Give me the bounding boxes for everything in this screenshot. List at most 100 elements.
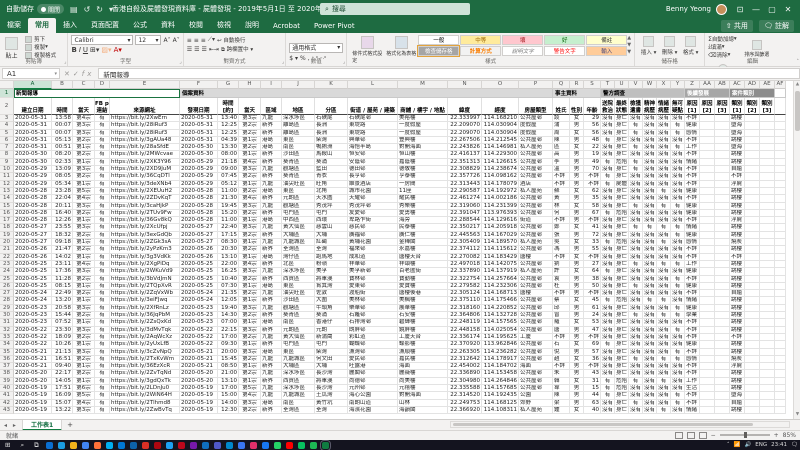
- cell[interactable]: 58: [584, 203, 601, 210]
- cell[interactable]: 屯門: [315, 210, 348, 217]
- cell[interactable]: 2020-05-19: [14, 407, 52, 414]
- cell[interactable]: [700, 312, 715, 319]
- cell[interactable]: 南區: [282, 400, 315, 407]
- cell[interactable]: 荃灣區: [282, 407, 315, 414]
- cell[interactable]: 沒有: [629, 327, 643, 334]
- cell[interactable]: 跳樓: [730, 276, 745, 283]
- field-header[interactable]: 精神病歷: [643, 98, 657, 115]
- cell[interactable]: 114.030904: [482, 130, 519, 137]
- cell[interactable]: 沒有: [671, 290, 685, 297]
- cell-style-input[interactable]: 輸入: [586, 46, 627, 56]
- cell[interactable]: 22.357726: [448, 173, 482, 180]
- cell[interactable]: 沒有: [657, 115, 671, 122]
- cell[interactable]: 有: [671, 261, 685, 268]
- cell[interactable]: 危殆: [615, 239, 629, 246]
- row-header-27[interactable]: 27: [0, 290, 14, 297]
- cell[interactable]: 114.264846: [482, 378, 519, 385]
- cell[interactable]: 公共屋邨: [519, 246, 553, 253]
- cell[interactable]: https://bit.ly/28iRuf3: [110, 130, 180, 137]
- cell[interactable]: [700, 356, 715, 363]
- cell[interactable]: 沒有: [657, 130, 671, 137]
- cell[interactable]: 身亡: [615, 151, 629, 158]
- cell[interactable]: https://bit.ly/28aSfdE: [110, 144, 180, 151]
- cell[interactable]: 新界: [261, 122, 282, 129]
- row-header-32[interactable]: 32: [0, 327, 14, 334]
- row-header-24[interactable]: 24: [0, 268, 14, 275]
- cell[interactable]: 私人屋苑: [519, 144, 553, 151]
- cell[interactable]: 公共屋邨: [519, 312, 553, 319]
- cell[interactable]: 沒有: [601, 356, 615, 363]
- cell[interactable]: 不詳: [685, 290, 700, 297]
- cell[interactable]: 北區: [282, 261, 315, 268]
- cell[interactable]: 第1宗: [239, 319, 261, 326]
- group-header-cell[interactable]: 新聞報導: [14, 89, 180, 98]
- cell[interactable]: 公共屋邨: [519, 159, 553, 166]
- cell[interactable]: 跳樓: [730, 319, 745, 326]
- cell[interactable]: 男: [570, 173, 584, 180]
- cell[interactable]: 2020-05-23: [180, 305, 218, 312]
- cell[interactable]: 2020-05-25: [180, 268, 218, 275]
- cell[interactable]: 22.270082: [448, 254, 482, 261]
- cell[interactable]: 鴨脷洲: [315, 144, 348, 151]
- cell[interactable]: 第2宗: [73, 232, 95, 239]
- cell[interactable]: 男: [570, 363, 584, 370]
- cell[interactable]: 南區: [282, 144, 315, 151]
- cell[interactable]: 有: [629, 203, 643, 210]
- cell[interactable]: 第3宗: [73, 224, 95, 231]
- cell[interactable]: 22.314520: [448, 392, 482, 399]
- network-icon[interactable]: 📶: [734, 442, 741, 448]
- cell[interactable]: [700, 290, 715, 297]
- cell[interactable]: 第2宗: [239, 334, 261, 341]
- cell[interactable]: 2020-05-21: [14, 356, 52, 363]
- cell[interactable]: 高: [553, 151, 570, 158]
- cell[interactable]: 公共屋邨: [519, 151, 553, 158]
- cell[interactable]: 14:30: [218, 312, 239, 319]
- row-header-14[interactable]: 14: [0, 195, 14, 202]
- cell[interactable]: 沒有: [601, 195, 615, 202]
- field-header[interactable]: 性別: [570, 98, 584, 115]
- cell[interactable]: 23:28: [52, 188, 73, 195]
- cell[interactable]: [745, 283, 760, 290]
- cell[interactable]: 22.305124: [448, 290, 482, 297]
- cell[interactable]: 2020-05-24: [180, 297, 218, 304]
- cell[interactable]: [775, 166, 786, 173]
- cell[interactable]: 沒有: [671, 268, 685, 275]
- row-header-12[interactable]: 12: [0, 181, 14, 188]
- cell[interactable]: [700, 392, 715, 399]
- cell[interactable]: 15:00: [218, 392, 239, 399]
- cell[interactable]: 有: [95, 254, 110, 261]
- cell[interactable]: 49: [584, 159, 601, 166]
- cell[interactable]: 健康: [685, 210, 700, 217]
- cell[interactable]: 九龍: [261, 290, 282, 297]
- cell[interactable]: [700, 144, 715, 151]
- cell[interactable]: [715, 173, 730, 180]
- taskbar-search-icon[interactable]: ⌕: [20, 441, 24, 450]
- cell[interactable]: 將軍澳: [315, 276, 348, 283]
- cell[interactable]: [715, 232, 730, 239]
- cell[interactable]: 新界: [261, 159, 282, 166]
- cell[interactable]: [715, 254, 730, 261]
- cell[interactable]: 石硤尾邨: [348, 115, 398, 122]
- cell[interactable]: 2020-05-21: [180, 356, 218, 363]
- cell[interactable]: [775, 334, 786, 341]
- cell[interactable]: 身亡: [615, 268, 629, 275]
- cell[interactable]: 第2宗: [239, 312, 261, 319]
- cut-button[interactable]: 剪下: [25, 35, 56, 43]
- row-header-43[interactable]: 43: [0, 407, 14, 414]
- cell[interactable]: 114.126615: [482, 159, 519, 166]
- cell[interactable]: 長亨邨: [348, 173, 398, 180]
- cell[interactable]: 東區: [282, 349, 315, 356]
- cell[interactable]: [700, 246, 715, 253]
- cell[interactable]: 沒有: [643, 159, 657, 166]
- cell[interactable]: 第5宗: [73, 188, 95, 195]
- cell[interactable]: 寶林邨: [348, 276, 398, 283]
- cell[interactable]: 第2宗: [73, 290, 95, 297]
- cell[interactable]: 私人屋苑: [519, 188, 553, 195]
- cell[interactable]: 女: [570, 130, 584, 137]
- cell[interactable]: 屯門區: [282, 341, 315, 348]
- cell[interactable]: 第3宗: [73, 407, 95, 414]
- cell[interactable]: [715, 246, 730, 253]
- cell[interactable]: 2020-05-23: [14, 305, 52, 312]
- cell[interactable]: 50: [584, 283, 601, 290]
- cell[interactable]: 有: [95, 246, 110, 253]
